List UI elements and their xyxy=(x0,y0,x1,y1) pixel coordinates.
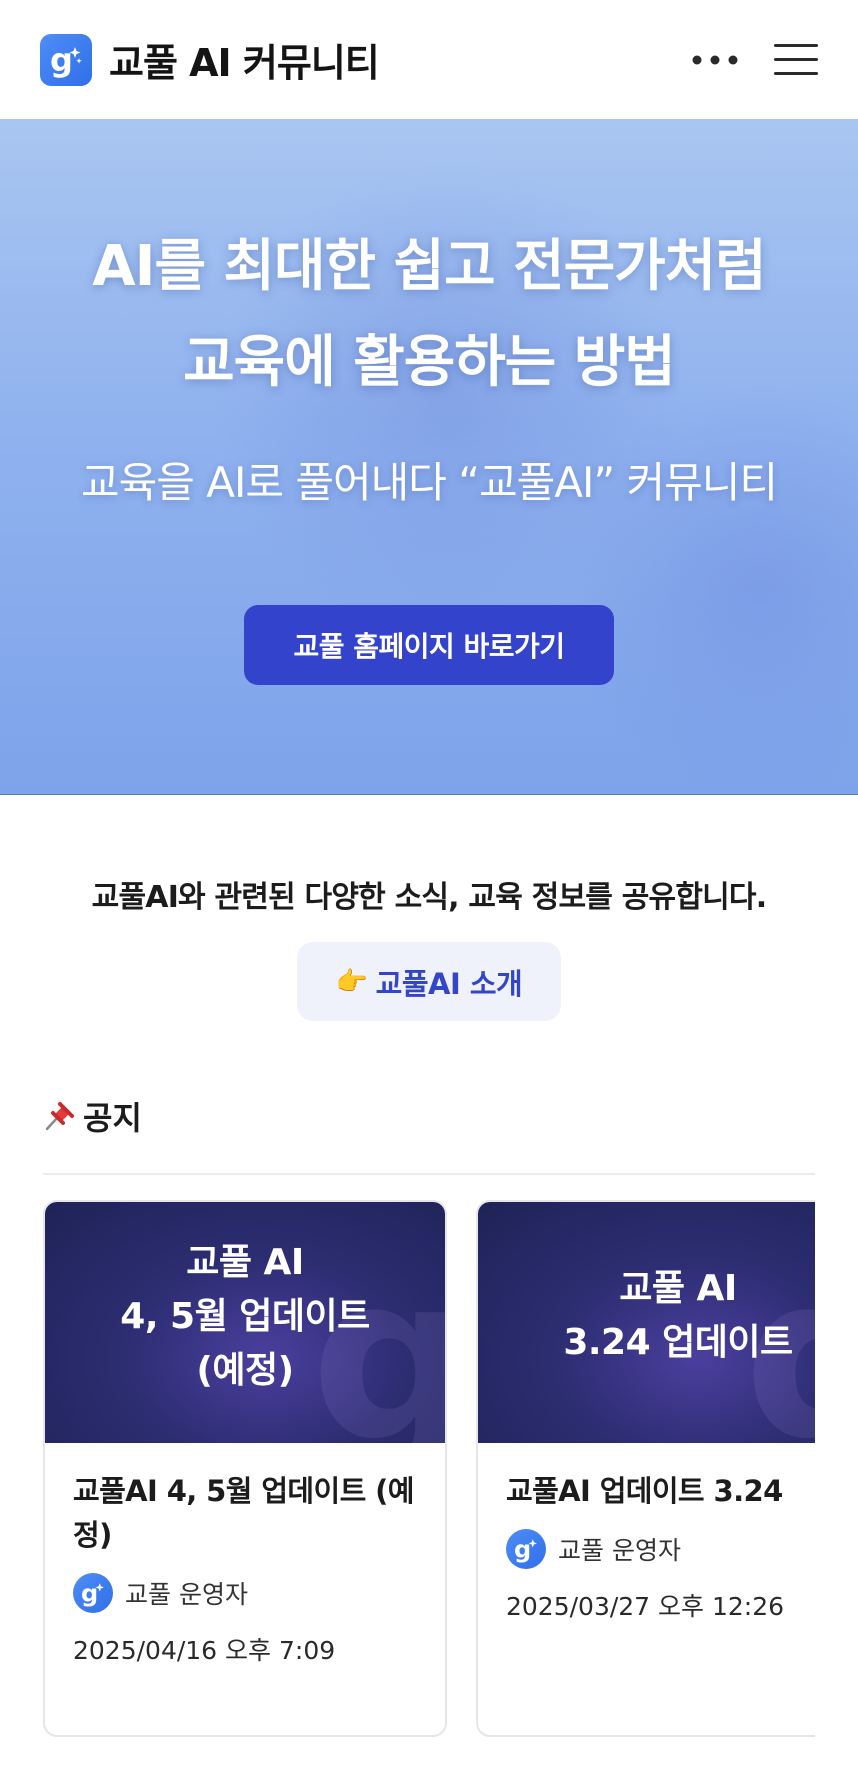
hero-title: AI를 최대한 쉽고 전문가처럼 교육에 활용하는 방법 xyxy=(0,219,858,411)
author-name: 교풀 운영자 xyxy=(125,1580,248,1609)
thumbnail-line: 4, 5월 업데이트 xyxy=(120,1296,370,1337)
card-author: g 교풀 운영자 xyxy=(73,1573,417,1613)
hero-subtitle: 교육을 AI로 풀어내다 “교풀AI” 커뮤니티 xyxy=(80,458,778,507)
notice-card[interactable]: g 교풀 AI 3.24 업데이트 교풀AI 업데이트 3.24 g 교풀 운영… xyxy=(476,1200,815,1737)
header-actions xyxy=(690,40,818,80)
thumbnail-line: 3.24 업데이트 xyxy=(563,1322,793,1363)
thumbnail-text: 교풀 AI 4, 5월 업데이트 (예정) xyxy=(45,1236,445,1398)
about-button-label: 교풀AI 소개 xyxy=(375,966,523,1001)
more-horizontal-icon[interactable] xyxy=(690,40,740,80)
pointing-hand-icon: 👉 xyxy=(335,966,368,997)
notice-section-title: 공지 xyxy=(83,1099,142,1137)
card-thumbnail: g 교풀 AI 3.24 업데이트 xyxy=(478,1202,815,1443)
thumbnail-line: 교풀 AI xyxy=(619,1268,737,1309)
notice-card[interactable]: g 교풀 AI 4, 5월 업데이트 (예정) 교풀AI 4, 5월 업데이트 … xyxy=(43,1200,447,1737)
author-avatar: g xyxy=(506,1529,546,1569)
post-date: 2025/03/27 오후 12:26 xyxy=(506,1592,785,1621)
svg-text:g: g xyxy=(50,41,73,79)
hero-banner: AI를 최대한 쉽고 전문가처럼 교육에 활용하는 방법 교육을 AI로 풀어내… xyxy=(0,119,858,795)
section-divider xyxy=(43,1173,815,1175)
notice-section-header: 공지 xyxy=(43,1094,142,1138)
thumbnail-text: 교풀 AI 3.24 업데이트 xyxy=(478,1262,815,1370)
thumbnail-line: 교풀 AI xyxy=(186,1242,304,1283)
homepage-link-button[interactable]: 교풀 홈페이지 바로가기 xyxy=(244,605,614,685)
svg-text:g: g xyxy=(514,1535,531,1563)
app-title[interactable]: 교풀 AI 커뮤니티 xyxy=(109,32,380,87)
hero-title-line2: 교육에 활용하는 방법 xyxy=(183,330,676,395)
card-author: g 교풀 운영자 xyxy=(506,1529,815,1569)
card-body: 교풀AI 4, 5월 업데이트 (예정) g 교풀 운영자 2025/04/16… xyxy=(45,1443,445,1667)
svg-text:g: g xyxy=(81,1579,98,1607)
card-title[interactable]: 교풀AI 4, 5월 업데이트 (예정) xyxy=(73,1469,417,1557)
post-date: 2025/04/16 오후 7:09 xyxy=(73,1636,336,1665)
author-avatar: g xyxy=(73,1573,113,1613)
author-name: 교풀 운영자 xyxy=(558,1536,681,1565)
thumbnail-line: (예정) xyxy=(196,1350,294,1391)
pushpin-icon xyxy=(45,1102,74,1131)
notice-card-list: g 교풀 AI 4, 5월 업데이트 (예정) 교풀AI 4, 5월 업데이트 … xyxy=(43,1200,815,1740)
g-sparkle-logo-icon[interactable]: g xyxy=(40,33,92,86)
card-body: 교풀AI 업데이트 3.24 g 교풀 운영자 2025/03/27 오후 12… xyxy=(478,1443,815,1623)
hamburger-menu-icon[interactable] xyxy=(774,40,818,80)
card-thumbnail: g 교풀 AI 4, 5월 업데이트 (예정) xyxy=(45,1202,445,1443)
card-title[interactable]: 교풀AI 업데이트 3.24 xyxy=(506,1469,815,1513)
top-header: g 교풀 AI 커뮤니티 xyxy=(0,0,858,119)
about-button[interactable]: 👉 교풀AI 소개 xyxy=(297,942,561,1021)
hero-title-line1: AI를 최대한 쉽고 전문가처럼 xyxy=(92,234,766,299)
intro-text: 교풀AI와 관련된 다양한 소식, 교육 정보를 공유합니다. xyxy=(91,880,767,915)
